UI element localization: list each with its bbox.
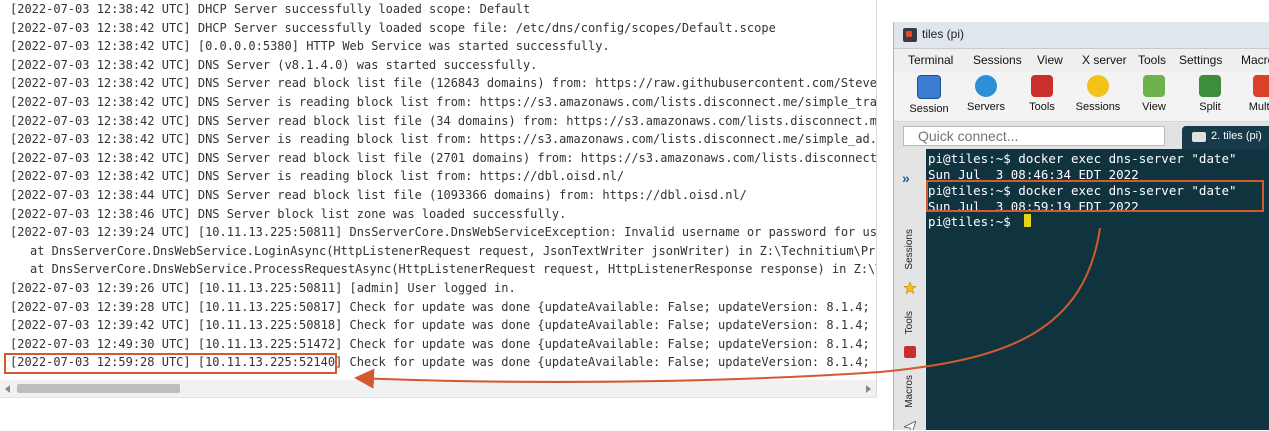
side-tab-tools[interactable]: Tools — [904, 311, 915, 334]
session-button-label: Session — [909, 103, 949, 115]
menu-view[interactable]: View — [1037, 53, 1063, 67]
view-icon — [1143, 75, 1165, 97]
bottom-strip — [0, 397, 876, 431]
session-tab-label: 2. tiles (pi) — [1211, 130, 1262, 142]
servers-button[interactable]: Servers — [960, 74, 1012, 120]
log-line: [2022-07-03 12:38:42 UTC] DHCP Server su… — [10, 2, 531, 16]
log-line: [2022-07-03 12:38:42 UTC] DNS Server is … — [10, 132, 877, 147]
sessions-button[interactable]: Sessions — [1072, 74, 1124, 120]
scroll-right-icon[interactable] — [866, 385, 871, 393]
side-tab-sessions[interactable]: Sessions — [904, 229, 915, 270]
log-line: [2022-07-03 12:39:24 UTC] [10.11.13.225:… — [10, 225, 877, 240]
menu-x-server[interactable]: X server — [1082, 53, 1127, 67]
tools-icon — [1031, 75, 1053, 97]
app-icon — [903, 28, 917, 42]
side-tab-macros[interactable]: Macros — [904, 375, 915, 408]
menu-settings[interactable]: Settings — [1179, 53, 1222, 67]
session-button[interactable]: Session — [903, 74, 955, 120]
scrollbar-thumb[interactable] — [17, 384, 180, 393]
menu-sessions[interactable]: Sessions — [973, 53, 1022, 67]
log-line: [2022-07-03 12:39:26 UTC] [10.11.13.225:… — [10, 280, 516, 295]
log-line: [2022-07-03 12:39:42 UTC] [10.11.13.225:… — [10, 318, 877, 333]
scroll-left-icon[interactable] — [5, 385, 10, 393]
quick-connect-input[interactable] — [903, 126, 1165, 146]
tab-session-tiles[interactable]: 2. tiles (pi) — [1182, 126, 1269, 149]
view-button[interactable]: View — [1128, 74, 1180, 120]
tools-button[interactable]: Tools — [1016, 74, 1068, 120]
quick-connect-row: 2. tiles (pi) — [894, 123, 1269, 149]
toolbar: Session Servers Tools Sessions View Spli… — [894, 71, 1269, 122]
log-line: [2022-07-03 12:38:42 UTC] DNS Server rea… — [10, 150, 877, 165]
log-line: [2022-07-03 12:38:42 UTC] DNS Server is … — [10, 94, 877, 109]
terminal-tab-icon — [1192, 132, 1206, 142]
log-line: [2022-07-03 12:38:46 UTC] DNS Server blo… — [10, 206, 567, 221]
menu-terminal[interactable]: Terminal — [908, 53, 953, 67]
multiexec-button-label: MultiE — [1248, 101, 1269, 113]
terminal-pane[interactable]: pi@tiles:~$ docker exec dns-server "date… — [926, 149, 1269, 430]
sessions-button-label: Sessions — [1075, 101, 1121, 113]
log-line: [2022-07-03 12:38:42 UTC] DNS Server (v8… — [10, 57, 538, 72]
log-line: [2022-07-03 12:38:44 UTC] DNS Server rea… — [10, 187, 747, 202]
log-line: [2022-07-03 12:38:42 UTC] DHCP Server su… — [10, 20, 776, 35]
terminal-prompt: pi@tiles:~$ — [928, 214, 1019, 229]
log-lines: [2022-07-03 12:38:42 UTC] DHCP Server su… — [10, 0, 877, 372]
servers-icon — [975, 75, 997, 97]
log-line: [2022-07-03 12:38:42 UTC] DNS Server is … — [10, 169, 625, 184]
terminal-cursor — [1024, 214, 1031, 227]
log-line: [2022-07-03 12:38:42 UTC] [0.0.0.0:5380]… — [10, 39, 610, 54]
terminal-line: pi@tiles:~$ docker exec dns-server "date… — [928, 151, 1237, 166]
split-icon — [1199, 75, 1221, 97]
log-line: [2022-07-03 12:49:30 UTC] [10.11.13.225:… — [10, 336, 877, 351]
split-button[interactable]: Split — [1184, 74, 1236, 120]
tools-icon — [904, 346, 916, 358]
split-button-label: Split — [1199, 101, 1221, 113]
menu-tools[interactable]: Tools — [1138, 53, 1166, 67]
view-button-label: View — [1142, 101, 1166, 113]
star-icon — [904, 282, 916, 294]
side-bar: » Sessions Tools Macros — [894, 149, 927, 430]
log-line: [2022-07-03 12:38:42 UTC] DNS Server rea… — [10, 113, 877, 128]
log-stack-line: at DnsServerCore.DnsWebService.LoginAsyn… — [30, 243, 877, 258]
terminal-highlight-box — [926, 180, 1264, 212]
tools-button-label: Tools — [1029, 101, 1055, 113]
log-line: [2022-07-03 12:39:28 UTC] [10.11.13.225:… — [10, 299, 877, 314]
log-stack-line: at DnsServerCore.DnsWebService.ProcessRe… — [30, 262, 877, 277]
title-bar: tiles (pi) — [894, 22, 1269, 49]
multiexec-icon — [1253, 75, 1269, 97]
expand-sidebar-icon[interactable]: » — [902, 170, 910, 186]
log-panel: [2022-07-03 12:38:42 UTC] DHCP Server su… — [0, 0, 877, 397]
send-icon — [904, 421, 916, 430]
menu-bar: Terminal Sessions View X server Tools Se… — [894, 49, 1269, 71]
multiexec-button[interactable]: MultiE — [1238, 74, 1269, 120]
window-title: tiles (pi) — [922, 27, 965, 41]
servers-button-label: Servers — [967, 101, 1005, 113]
menu-macro[interactable]: Macro — [1241, 53, 1269, 67]
star-icon — [1087, 75, 1109, 97]
terminal-window: tiles (pi) Terminal Sessions View X serv… — [893, 22, 1269, 430]
log-line: [2022-07-03 12:38:42 UTC] DNS Server rea… — [10, 76, 877, 91]
session-icon — [917, 75, 941, 99]
horizontal-scrollbar[interactable] — [0, 380, 876, 397]
log-highlight-box — [4, 353, 337, 374]
